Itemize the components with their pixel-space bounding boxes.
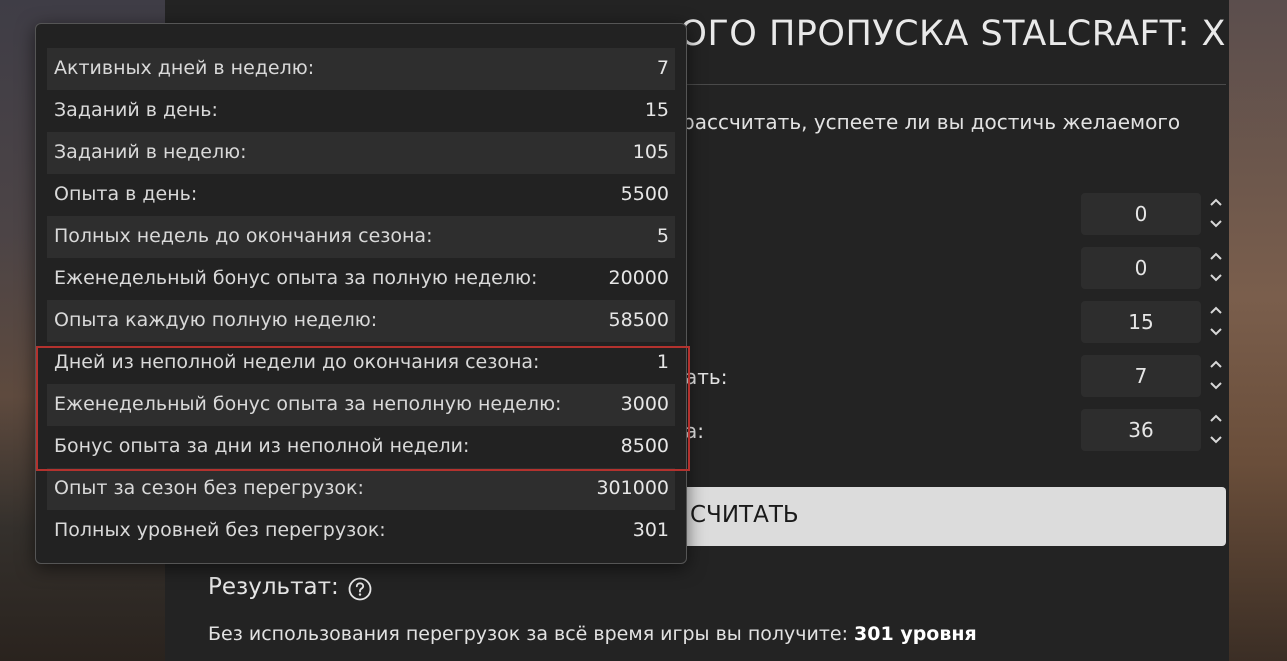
result-level: 301 уровня	[854, 623, 977, 645]
field-input-3[interactable]	[1081, 301, 1201, 343]
stat-row: Опыта каждую полную неделю: 58500	[47, 300, 675, 342]
stat-value: 301000	[596, 477, 669, 499]
chevron-down-icon[interactable]	[1207, 271, 1225, 289]
stat-row: Дней из неполной недели до окончания сез…	[47, 342, 675, 384]
field-spinner-1	[1207, 193, 1225, 235]
chevron-up-icon[interactable]	[1207, 249, 1225, 267]
field-spinner-3	[1207, 301, 1225, 343]
stat-row: Еженедельный бонус опыта за полную недел…	[47, 258, 675, 300]
stat-value: 15	[644, 99, 669, 121]
field-input-5[interactable]	[1081, 409, 1201, 451]
stat-label: Опыт за сезон без перегрузок:	[54, 477, 364, 499]
stat-label: Полных уровней без перегрузок:	[54, 519, 386, 541]
stat-label: Активных дней в неделю:	[54, 57, 315, 79]
intro-text: рассчитать, успеете ли вы достичь желаем…	[682, 110, 1181, 134]
calculate-button-label: СЧИТАТЬ	[690, 502, 799, 528]
stat-label: Еженедельный бонус опыта за неполную нед…	[54, 393, 562, 415]
chevron-up-icon[interactable]	[1207, 357, 1225, 375]
stat-value: 105	[632, 141, 669, 163]
stat-label: Заданий в неделю:	[54, 141, 247, 163]
chevron-down-icon[interactable]	[1207, 325, 1225, 343]
stat-value: 3000	[620, 393, 669, 415]
stat-label: Опыта каждую полную неделю:	[54, 309, 378, 331]
field-input-2[interactable]	[1081, 247, 1201, 289]
stat-value: 58500	[608, 309, 669, 331]
stat-row: Опыта в день: 5500	[47, 174, 675, 216]
stat-value: 1	[656, 351, 669, 373]
stat-value: 8500	[620, 435, 669, 457]
chevron-down-icon[interactable]	[1207, 433, 1225, 451]
stat-value: 20000	[608, 267, 669, 289]
chevron-down-icon[interactable]	[1207, 217, 1225, 235]
stat-value: 301	[632, 519, 669, 541]
stat-value: 7	[656, 57, 669, 79]
chevron-up-icon[interactable]	[1207, 195, 1225, 213]
chevron-down-icon[interactable]	[1207, 379, 1225, 397]
field-label-4: ать:	[685, 365, 728, 389]
field-spinner-4	[1207, 355, 1225, 397]
stat-label: Еженедельный бонус опыта за полную недел…	[54, 267, 538, 289]
result-summary-text: Без использования перегрузок за всё врем…	[208, 623, 848, 645]
field-spinner-5	[1207, 409, 1225, 451]
stat-value: 5	[656, 225, 669, 247]
stat-row: Заданий в неделю: 105	[47, 132, 675, 174]
stat-row: Бонус опыта за дни из неполной недели: 8…	[47, 426, 675, 468]
result-heading: Результат:	[208, 574, 339, 600]
stat-row: Заданий в день: 15	[47, 90, 675, 132]
result-summary: Без использования перегрузок за всё врем…	[208, 623, 977, 645]
question-circle-icon[interactable]	[348, 577, 372, 601]
calculation-details-popup: Активных дней в неделю: 7 Заданий в день…	[35, 23, 690, 564]
stat-label: Опыта в день:	[54, 183, 198, 205]
stat-label: Бонус опыта за дни из неполной недели:	[54, 435, 470, 457]
field-input-1[interactable]	[1081, 193, 1201, 235]
background-right	[1229, 0, 1287, 661]
stat-row: Полных уровней без перегрузок: 301	[47, 510, 675, 552]
field-spinner-2	[1207, 247, 1225, 289]
stat-label: Заданий в день:	[54, 99, 218, 121]
stat-label: Полных недель до окончания сезона:	[54, 225, 433, 247]
stat-row: Еженедельный бонус опыта за неполную нед…	[47, 384, 675, 426]
field-label-5: а:	[685, 419, 704, 443]
stat-row: Опыт за сезон без перегрузок: 301000	[47, 468, 675, 510]
stat-row: Активных дней в неделю: 7	[47, 48, 675, 90]
field-input-4[interactable]	[1081, 355, 1201, 397]
stat-row: Полных недель до окончания сезона: 5	[47, 216, 675, 258]
stat-value: 5500	[620, 183, 669, 205]
stat-label: Дней из неполной недели до окончания сез…	[54, 351, 540, 373]
chevron-up-icon[interactable]	[1207, 303, 1225, 321]
chevron-up-icon[interactable]	[1207, 411, 1225, 429]
